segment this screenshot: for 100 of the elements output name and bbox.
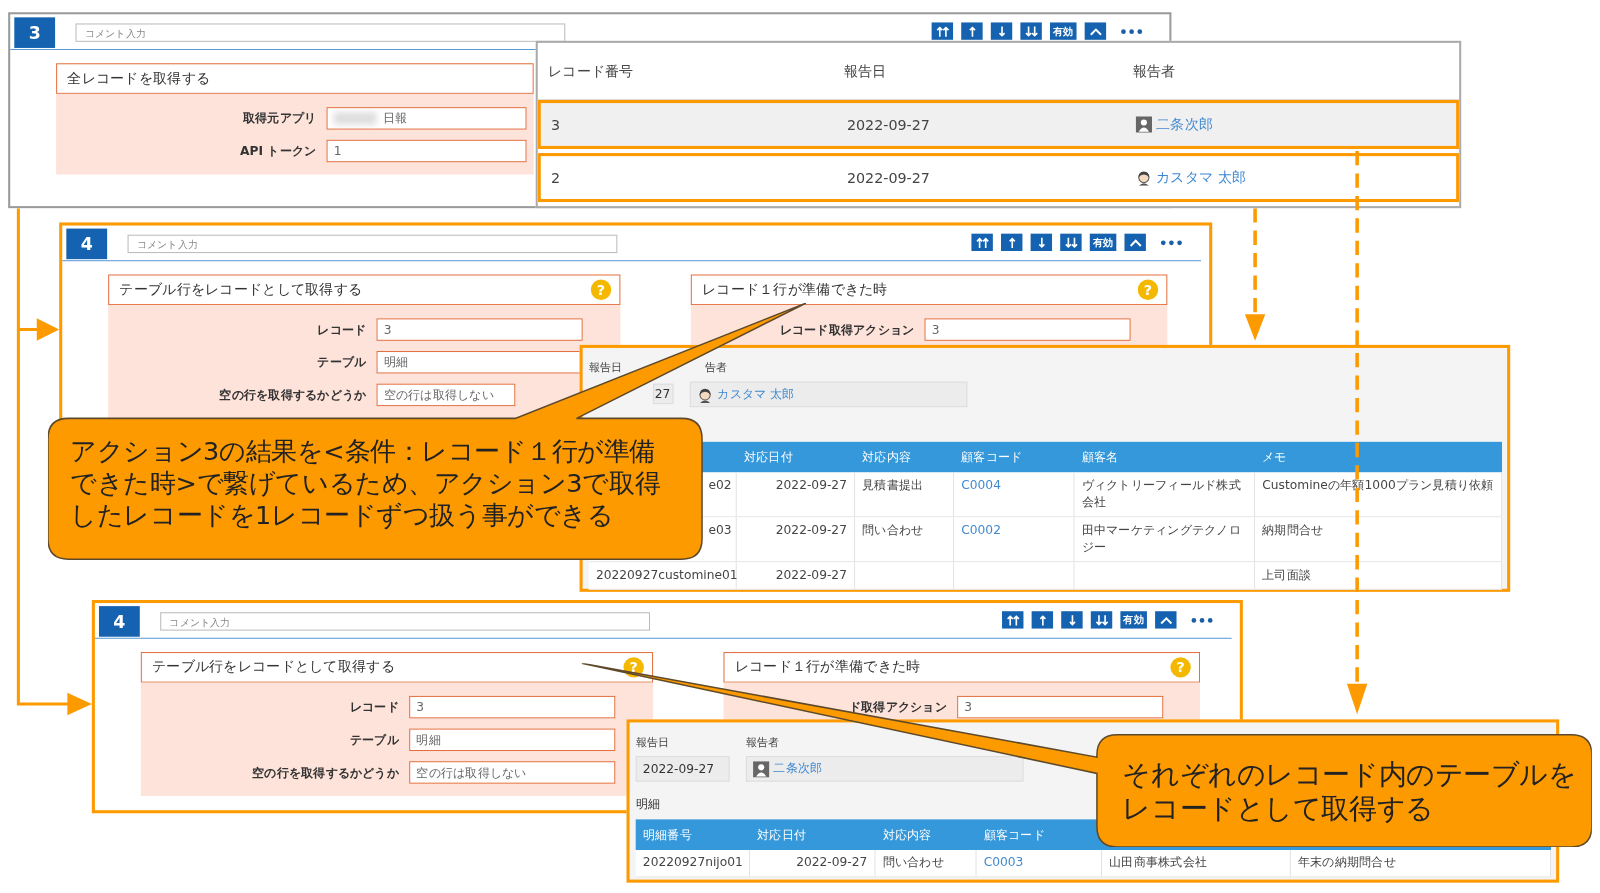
collapse-button[interactable]	[1155, 611, 1177, 629]
input-field[interactable]: 明細	[409, 728, 616, 751]
table-cell: 上司面談	[1255, 562, 1503, 589]
column-header: 対応日付	[757, 827, 807, 842]
enable-button[interactable]: 有効	[1120, 611, 1147, 629]
comment-field[interactable]: コメント入力	[160, 612, 650, 631]
action-title: レコード１行が準備できた時	[702, 280, 888, 299]
table-cell: 2022-09-27	[736, 517, 856, 562]
table-cell: ヴィクトリーフィールド株式会社	[1074, 472, 1256, 517]
field-label: テーブル	[317, 354, 367, 369]
input-field[interactable]: 日報	[326, 107, 527, 130]
callout-text: それぞれのレコード内のテーブルを	[1122, 757, 1577, 792]
move-bottom-button[interactable]	[1090, 611, 1113, 629]
column-header: 対応日付	[743, 449, 793, 464]
more-icon[interactable]	[1120, 28, 1143, 35]
person-icon	[696, 386, 714, 403]
input-field[interactable]: 1	[326, 139, 527, 163]
collapse-button[interactable]	[1084, 22, 1107, 40]
input-field[interactable]: 空の行は取得しない	[409, 761, 616, 784]
reporter-link[interactable]: カスタマ 太郎	[1156, 168, 1247, 187]
table-label: 明細	[635, 795, 661, 814]
table-cell: 2022-09-27	[750, 850, 876, 877]
person-silhouette-icon	[753, 760, 770, 778]
double-down-arrow-icon	[1063, 236, 1079, 249]
field-label: 取得元アプリ	[242, 110, 317, 125]
column-header: 顧客コード	[961, 449, 1023, 464]
field-label: 報告者	[745, 735, 780, 749]
field-label: API トークン	[240, 143, 317, 158]
input-field[interactable]: 3	[924, 318, 1131, 341]
table-cell: 2	[551, 169, 561, 186]
table-cell: 3	[551, 116, 561, 133]
input-field[interactable]: 3	[376, 318, 583, 341]
action-title: 全レコードを取得する	[67, 69, 211, 88]
field-label: レコード	[350, 699, 399, 714]
field-label: 空の行を取得するかどうか	[252, 764, 399, 780]
table-cell: 見積書提出	[855, 472, 955, 517]
table-cell: 問い合わせ	[875, 850, 977, 877]
column-header: 報告日	[843, 61, 887, 81]
comment-field[interactable]: コメント入力	[75, 23, 566, 42]
table-cell: 2022-09-27	[846, 169, 930, 186]
move-down-button[interactable]	[1061, 611, 1083, 629]
action-title: レコード１行が準備できた時	[734, 658, 921, 677]
table-cell: 2022-09-27	[846, 116, 930, 133]
move-top-button[interactable]	[971, 233, 993, 251]
column-header: メモ	[1262, 449, 1287, 464]
field-label: 報告日	[588, 361, 623, 375]
table-cell: 山田商事株式会社	[1102, 850, 1291, 877]
reporter-link[interactable]: 二条次郎	[1156, 115, 1214, 134]
double-up-arrow-icon	[975, 236, 990, 249]
customer-code-link[interactable]: C0003	[983, 855, 1024, 870]
more-icon[interactable]	[1160, 239, 1183, 246]
enable-button[interactable]: 有効	[1050, 22, 1077, 40]
input-field[interactable]: 3	[957, 695, 1164, 719]
column-header: 顧客名	[1081, 449, 1119, 464]
table-cell: 納期問合せ	[1255, 517, 1503, 562]
field-label: 告者	[705, 361, 728, 375]
column-header: 顧客コード	[983, 827, 1045, 842]
record-row[interactable]: 3 2022-09-27 二条次郎	[537, 100, 1460, 149]
move-bottom-button[interactable]	[1020, 22, 1042, 40]
person-silhouette-icon	[1135, 116, 1153, 133]
action-title: テーブル行をレコードとして取得する	[152, 658, 395, 677]
column-header: 明細番号	[642, 827, 692, 842]
table-cell: 問い合わせ	[855, 517, 955, 562]
comment-field[interactable]: コメント入力	[127, 234, 618, 254]
person-icon	[1135, 169, 1153, 186]
reporter-link[interactable]: 二条次郎	[773, 760, 823, 778]
enable-button[interactable]: 有効	[1089, 233, 1117, 251]
customer-code-link[interactable]: C0002	[961, 522, 1001, 537]
collapse-button[interactable]	[1124, 233, 1146, 251]
field-label: 空の行を取得するかどうか	[219, 387, 367, 402]
double-down-arrow-icon	[1094, 613, 1109, 626]
customer-code-link[interactable]: C0004	[961, 477, 1001, 492]
move-up-button[interactable]	[1001, 233, 1023, 251]
input-field[interactable]: 空の行は取得しない	[376, 383, 516, 407]
move-bottom-button[interactable]	[1060, 233, 1082, 251]
column-header: 対応内容	[862, 449, 912, 464]
callout-text: できた時>で繋げているため、アクション3で取得	[70, 467, 661, 500]
input-field[interactable]: 3	[409, 695, 616, 719]
field-label: 報告日	[635, 735, 670, 749]
move-up-button[interactable]	[1031, 611, 1054, 629]
more-icon[interactable]	[1190, 616, 1214, 623]
move-top-button[interactable]	[1002, 611, 1024, 629]
action-title: テーブル行をレコードとして取得する	[119, 280, 363, 299]
column-header: レコード番号	[547, 61, 634, 81]
step-number: 3	[14, 17, 56, 48]
move-down-button[interactable]	[990, 22, 1013, 40]
double-up-arrow-icon	[935, 25, 950, 38]
callout-text: アクション3の結果を<条件：レコード１行が準備	[70, 435, 655, 468]
double-up-arrow-icon	[1005, 613, 1020, 626]
move-down-button[interactable]	[1030, 233, 1053, 251]
date-field: 27	[653, 383, 674, 405]
record-row[interactable]: 2 2022-09-27 カスタマ 太郎	[537, 153, 1460, 203]
callout-text: レコードとして取得する	[1122, 791, 1434, 826]
move-top-button[interactable]	[931, 22, 954, 40]
move-up-button[interactable]	[961, 22, 983, 40]
double-down-arrow-icon	[1023, 25, 1039, 38]
step-number: 4	[66, 228, 108, 260]
field-label: テーブル	[350, 732, 399, 747]
reporter-link[interactable]: カスタマ 太郎	[717, 385, 795, 404]
field-label: ド取得アクション	[848, 699, 947, 714]
